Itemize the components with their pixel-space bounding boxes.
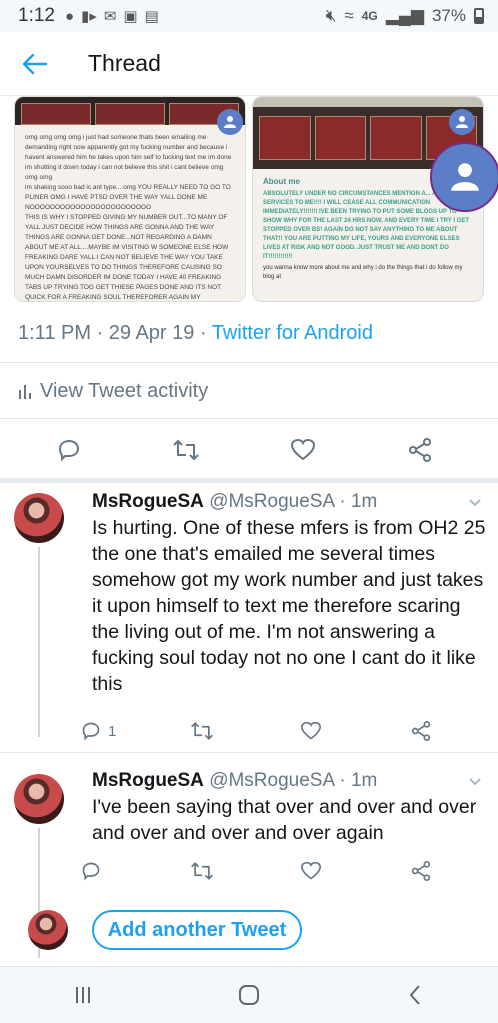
chevron-left-icon bbox=[409, 985, 420, 1005]
retweet-button[interactable] bbox=[190, 853, 240, 889]
reply-author-handle[interactable]: @MsRogueSA · 1m bbox=[209, 770, 377, 791]
divider bbox=[0, 362, 498, 363]
tweet-actions bbox=[0, 430, 498, 470]
reply-count: 1 bbox=[108, 722, 117, 740]
divider bbox=[0, 752, 498, 753]
app-header: Thread bbox=[0, 32, 498, 96]
tweet-activity-link[interactable]: View Tweet activity bbox=[18, 380, 208, 403]
retweet-icon bbox=[191, 722, 213, 740]
avatar bbox=[28, 910, 68, 950]
heart-icon bbox=[300, 721, 322, 740]
recent-apps-button[interactable] bbox=[53, 970, 113, 1020]
network-label: 4G bbox=[361, 9, 378, 23]
reply-icon bbox=[58, 439, 79, 462]
recent-apps-icon bbox=[76, 987, 90, 1003]
thread-line bbox=[38, 547, 40, 737]
system-nav-bar bbox=[0, 966, 498, 1023]
tweet-source-link[interactable]: Twitter for Android bbox=[212, 322, 373, 344]
mute-icon: 🔇︎ bbox=[325, 6, 337, 25]
video-icon: ▮▸ bbox=[81, 8, 97, 25]
sd-card-icon: ▤ bbox=[144, 8, 159, 25]
reply-button[interactable] bbox=[80, 853, 130, 889]
page-title: Thread bbox=[88, 50, 161, 76]
retweet-button[interactable] bbox=[190, 713, 240, 749]
image-header-strip bbox=[253, 97, 483, 107]
reply-text: I've been saying that over and over and … bbox=[92, 796, 477, 844]
share-button[interactable] bbox=[410, 713, 460, 749]
status-bar: 1:12 ● ▮▸ ✉ ▣ ▤ 🔇︎ ≈ 4G ▂▄▆ 37% bbox=[0, 0, 498, 32]
tagged-user-icon[interactable] bbox=[217, 109, 243, 135]
activity-label: View Tweet activity bbox=[40, 380, 209, 402]
retweet-icon bbox=[191, 862, 213, 880]
heart-icon bbox=[290, 438, 315, 461]
reply-text: Is hurting. One of these mfers is from O… bbox=[92, 517, 486, 695]
avatar[interactable] bbox=[14, 774, 64, 824]
share-icon bbox=[411, 861, 431, 881]
battery-icon bbox=[474, 8, 484, 24]
tweet-timestamp: 1:11 PM · 29 Apr 19 · bbox=[18, 322, 212, 344]
like-button[interactable] bbox=[300, 853, 350, 889]
reply-header: MsRogueSA @MsRogueSA · 1m bbox=[92, 770, 377, 792]
signal-icon: ▂▄▆ bbox=[385, 6, 424, 25]
notification-icons: ● ▮▸ ✉ ▣ ▤ bbox=[64, 7, 159, 26]
home-icon bbox=[239, 985, 259, 1005]
avatar[interactable] bbox=[14, 493, 64, 543]
divider bbox=[0, 418, 498, 419]
status-time: 1:12 bbox=[18, 5, 55, 26]
lock-icon: ▣ bbox=[123, 8, 138, 25]
image-text-dark: you wanna know more about me and why i d… bbox=[263, 265, 463, 280]
battery-percent: 37% bbox=[431, 6, 466, 25]
reply-button[interactable] bbox=[49, 432, 89, 468]
section-divider bbox=[0, 478, 498, 483]
back-arrow-icon bbox=[22, 53, 48, 74]
reply-icon bbox=[82, 722, 100, 741]
reply-icon bbox=[82, 862, 100, 881]
share-button[interactable] bbox=[400, 432, 440, 468]
back-button[interactable] bbox=[0, 32, 70, 96]
reply-button[interactable]: 1 bbox=[80, 713, 130, 749]
reply-author-name[interactable]: MsRogueSA bbox=[92, 491, 204, 512]
tag-people-icon[interactable] bbox=[430, 142, 498, 212]
share-icon bbox=[408, 438, 431, 462]
share-icon bbox=[411, 721, 431, 741]
messenger-icon: ● bbox=[64, 7, 75, 25]
wifi-icon: ≈ bbox=[344, 6, 354, 25]
media-image-left[interactable]: omg omg omg omg i just had someone thats… bbox=[14, 96, 246, 302]
home-button[interactable] bbox=[219, 970, 279, 1020]
retweet-button[interactable] bbox=[166, 432, 206, 468]
add-another-tweet-button[interactable]: Add another Tweet bbox=[92, 910, 302, 950]
reply-actions bbox=[80, 856, 460, 886]
like-button[interactable] bbox=[283, 432, 323, 468]
tweet-media[interactable]: omg omg omg omg i just had someone thats… bbox=[14, 96, 484, 302]
image-text-left: omg omg omg omg i just had someone thats… bbox=[25, 134, 232, 301]
retweet-icon bbox=[172, 440, 199, 460]
reply-header: MsRogueSA @MsRogueSA · 1m bbox=[92, 491, 377, 513]
reply-actions: 1 bbox=[80, 716, 460, 746]
heart-icon bbox=[300, 861, 322, 880]
analytics-icon bbox=[19, 384, 31, 399]
reply-author-name[interactable]: MsRogueSA bbox=[92, 770, 204, 791]
tweet-meta: 1:11 PM · 29 Apr 19 · Twitter for Androi… bbox=[18, 322, 373, 345]
tagged-user-icon[interactable] bbox=[449, 109, 475, 135]
chevron-down-icon[interactable] bbox=[468, 495, 482, 513]
back-nav-button[interactable] bbox=[385, 970, 445, 1020]
like-button[interactable] bbox=[300, 713, 350, 749]
reply-author-handle[interactable]: @MsRogueSA · 1m bbox=[209, 491, 377, 512]
image-thumbnail-strip bbox=[15, 97, 245, 125]
share-button[interactable] bbox=[410, 853, 460, 889]
chevron-down-icon[interactable] bbox=[468, 774, 482, 792]
gmail-icon: ✉ bbox=[103, 8, 117, 25]
